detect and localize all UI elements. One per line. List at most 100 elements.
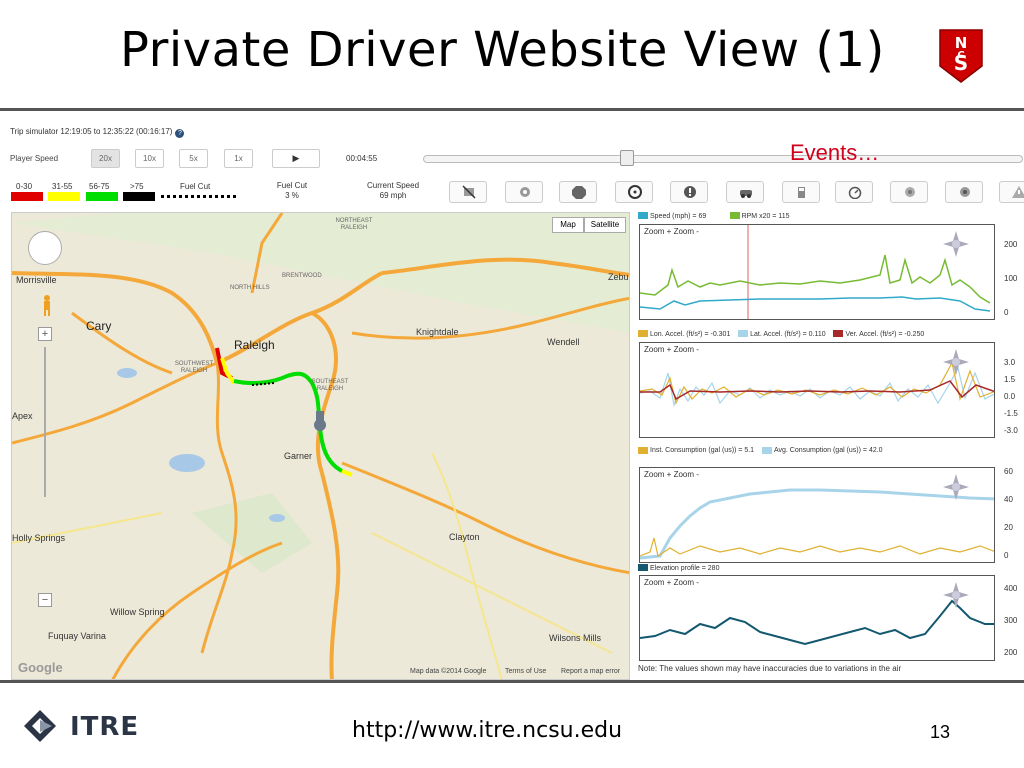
speed-zoom-controls[interactable]: Zoom + Zoom - — [644, 227, 699, 236]
event-fuel-button[interactable] — [782, 181, 820, 203]
trip-title: Trip simulator 12:19:05 to 12:35:22 (00:… — [10, 127, 185, 138]
event-alert-button[interactable] — [670, 181, 708, 203]
slide-title: Private Driver Website View (1) — [120, 22, 885, 78]
legend-label-31-55: 31-55 — [52, 182, 73, 191]
pegman-icon[interactable] — [42, 294, 52, 316]
ncsu-logo-c: C — [957, 50, 964, 61]
accel-y-tick-3: 3.0 — [1004, 358, 1016, 367]
elevation-chart-nav-icon[interactable] — [943, 582, 969, 608]
accel-legend: Lon. Accel. (ft/s²) = -0.301 Lat. Accel.… — [638, 330, 924, 338]
data-accuracy-note: Note: The values shown may have inaccura… — [638, 664, 902, 673]
accel-plot — [640, 361, 994, 408]
google-logo: Google — [18, 660, 63, 675]
lon-accel-label: Lon. Accel. (ft/s²) = -0.301 — [650, 331, 731, 338]
event-stop-button[interactable] — [559, 181, 597, 203]
accel-chart[interactable]: Zoom + Zoom - — [639, 342, 995, 438]
trip-progress-slider[interactable] — [423, 155, 1023, 163]
speed-1x-button[interactable]: 1x — [224, 149, 253, 168]
place-northeast-raleigh: NORTHEAST RALEIGH — [335, 218, 373, 231]
speedometer-icon — [848, 186, 862, 199]
slide: Private Driver Website View (1) N S C Tr… — [0, 0, 1024, 768]
trip-map[interactable]: Map Satellite + − Raleigh Cary Morrisvil… — [11, 212, 630, 680]
event-brake-button-1[interactable] — [890, 181, 928, 203]
play-icon: ▶ — [292, 153, 300, 163]
gear-icon — [520, 187, 530, 197]
event-no-engine-button[interactable] — [449, 181, 487, 203]
place-raleigh: Raleigh — [234, 338, 275, 352]
map-zoom-in-button[interactable]: + — [38, 327, 52, 341]
map-pan-control[interactable] — [28, 231, 62, 265]
brake-icon — [905, 187, 915, 197]
lat-accel-label: Lat. Accel. (ft/s²) = 0.110 — [750, 331, 826, 338]
speed-10x-button[interactable]: 10x — [135, 149, 164, 168]
place-southwest-raleigh: SOUTHWEST RALEIGH — [174, 361, 214, 374]
current-speed-readout: Current Speed 69 mph — [358, 181, 428, 201]
elevation-swatch — [638, 564, 648, 571]
event-steering-button[interactable] — [615, 181, 653, 203]
events-annotation: Events… — [790, 140, 880, 165]
no-engine-icon — [462, 185, 476, 199]
elevation-y-tick-200: 200 — [1004, 648, 1018, 657]
map-zoom-slider[interactable] — [44, 347, 46, 497]
map-data-credit: Map data ©2014 Google — [410, 668, 487, 675]
speed-5x-button[interactable]: 5x — [179, 149, 208, 168]
event-brake-button-2[interactable] — [945, 181, 983, 203]
fuel-cut-value: 3 % — [285, 191, 299, 200]
help-icon[interactable]: ? — [175, 129, 185, 138]
speed-20x-button[interactable]: 20x — [91, 149, 120, 168]
event-speedometer-button[interactable] — [835, 181, 873, 203]
fuel-icon — [798, 187, 805, 198]
event-warning-button[interactable] — [999, 181, 1024, 203]
itre-logo-text: ITRE — [70, 712, 140, 742]
website-screenshot: Trip simulator 12:19:05 to 12:35:22 (00:… — [0, 108, 1024, 683]
legend-swatch-yellow — [48, 192, 80, 201]
map-terms-link[interactable]: Terms of Use — [505, 668, 546, 675]
ncsu-logo: N S C — [939, 29, 983, 83]
map-type-satellite-button[interactable]: Satellite — [584, 217, 626, 233]
speed-rpm-plot — [640, 225, 991, 319]
place-wendell: Wendell — [547, 337, 580, 347]
fuel-chart[interactable]: Zoom + Zoom - — [639, 467, 995, 563]
map-report-error-link[interactable]: Report a map error — [561, 668, 620, 675]
rpm-swatch — [729, 212, 740, 219]
car-icon — [740, 190, 752, 198]
map-zoom-out-button[interactable]: − — [38, 593, 52, 607]
alert-icon — [684, 186, 696, 198]
place-zebul: Zebul — [608, 272, 630, 282]
pegman-shape — [44, 295, 50, 316]
accel-y-tick-neg-1-5: -1.5 — [1004, 409, 1018, 418]
speed-chart-nav-icon[interactable] — [943, 231, 969, 257]
speed-rpm-chart[interactable]: Zoom + Zoom - — [639, 224, 995, 320]
accel-chart-nav-icon[interactable] — [943, 349, 969, 375]
map-type-map-button[interactable]: Map — [552, 217, 584, 233]
accel-zoom-controls[interactable]: Zoom + Zoom - — [644, 345, 699, 354]
elevation-legend: Elevation profile = 280 — [638, 564, 719, 572]
slider-handle[interactable] — [620, 150, 634, 166]
fuel-cut-label: Fuel Cut — [276, 181, 308, 190]
event-gear-button[interactable] — [505, 181, 543, 203]
legend-swatch-black — [123, 192, 155, 201]
fuel-zoom-controls[interactable]: Zoom + Zoom - — [644, 470, 699, 479]
place-garner: Garner — [284, 451, 313, 461]
rpm-legend-label: RPM x20 = 115 — [741, 213, 790, 220]
accel-y-tick-0: 0.0 — [1004, 392, 1016, 401]
place-apex: Apex — [12, 411, 33, 421]
legend-swatch-green — [86, 192, 118, 201]
fuel-chart-nav-icon[interactable] — [943, 474, 969, 500]
elevation-legend-label: Elevation profile = 280 — [650, 565, 720, 572]
footer-url[interactable]: http://www.itre.ncsu.edu — [352, 718, 622, 743]
elevation-zoom-controls[interactable]: Zoom + Zoom - — [644, 578, 699, 587]
elevation-chart[interactable]: Zoom + Zoom - — [639, 575, 995, 661]
accel-y-tick-1-5: 1.5 — [1004, 375, 1016, 384]
map-roads — [12, 213, 629, 679]
legend-label-over-75: >75 — [130, 182, 144, 191]
place-morrisville: Morrisville — [16, 275, 57, 285]
fuel-legend: Inst. Consumption (gal (us)) = 5.1 Avg. … — [638, 447, 904, 456]
stop-icon — [572, 186, 586, 199]
event-car-button[interactable] — [726, 181, 764, 203]
current-speed-label: Current Speed — [366, 181, 420, 190]
place-clayton: Clayton — [449, 532, 480, 542]
play-button[interactable]: ▶ — [272, 149, 320, 168]
elevation-y-tick-400: 400 — [1004, 584, 1018, 593]
fuel-y-tick-40: 40 — [1004, 495, 1013, 504]
